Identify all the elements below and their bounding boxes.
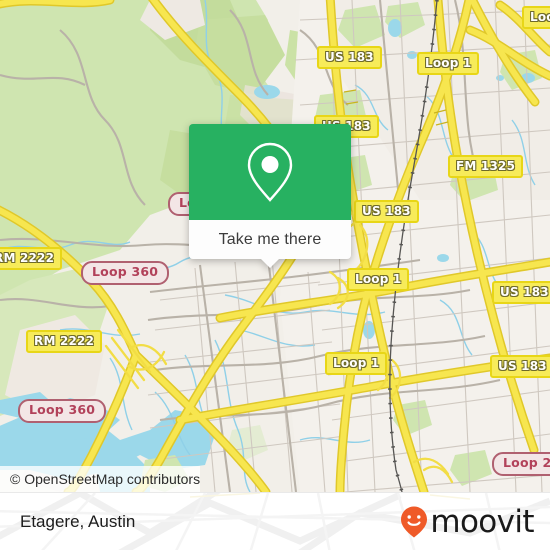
- road-shield-loop-360-lower: Loop 360: [18, 399, 107, 423]
- place-title: Etagere, Austin: [20, 512, 136, 531]
- map-attribution[interactable]: © OpenStreetMap contributors: [0, 466, 201, 492]
- road-shield-us-183: US 183: [317, 46, 382, 69]
- moovit-wordmark: moovit: [430, 503, 534, 540]
- map-canvas[interactable]: Loop US 183 Loop 1 US 183 FM 1325 US 183…: [0, 0, 550, 492]
- card-pointer-arrow: [261, 259, 279, 268]
- take-me-there-card[interactable]: Take me there: [189, 124, 351, 268]
- road-shield-us-183-mid: US 183: [354, 200, 419, 223]
- road-shield-loop-1: Loop 1: [417, 52, 480, 75]
- road-shield-fm-1325: FM 1325: [448, 155, 524, 178]
- road-shield-us-183-right: US 183: [492, 281, 550, 304]
- card-image-area: [189, 124, 351, 220]
- road-shield-rm-2222: RM 2222: [26, 330, 103, 353]
- road-shield-loop-360: Loop 360: [81, 261, 170, 285]
- road-shield-loop-275: Loop 275: [492, 452, 550, 476]
- page-footer: Etagere, Austin moovit: [0, 492, 550, 550]
- road-shield-loop-1-lower: Loop 1: [325, 352, 388, 375]
- road-shield-us-183-lower: US 183: [490, 355, 550, 378]
- road-shield-rm-2222-edge: RM 2222: [0, 247, 63, 270]
- road-shield-loop-topright: Loop: [522, 6, 550, 29]
- moovit-pin-icon: [401, 506, 428, 538]
- attribution-text: © OpenStreetMap contributors: [10, 471, 201, 487]
- take-me-there-button[interactable]: Take me there: [189, 220, 351, 268]
- moovit-logo[interactable]: moovit: [399, 503, 535, 540]
- take-me-there-label: Take me there: [218, 230, 322, 248]
- location-pin-icon: [247, 142, 293, 202]
- moovit-station-map-page: Loop US 183 Loop 1 US 183 FM 1325 US 183…: [0, 0, 550, 550]
- road-shield-loop-1-mid: Loop 1: [347, 268, 410, 291]
